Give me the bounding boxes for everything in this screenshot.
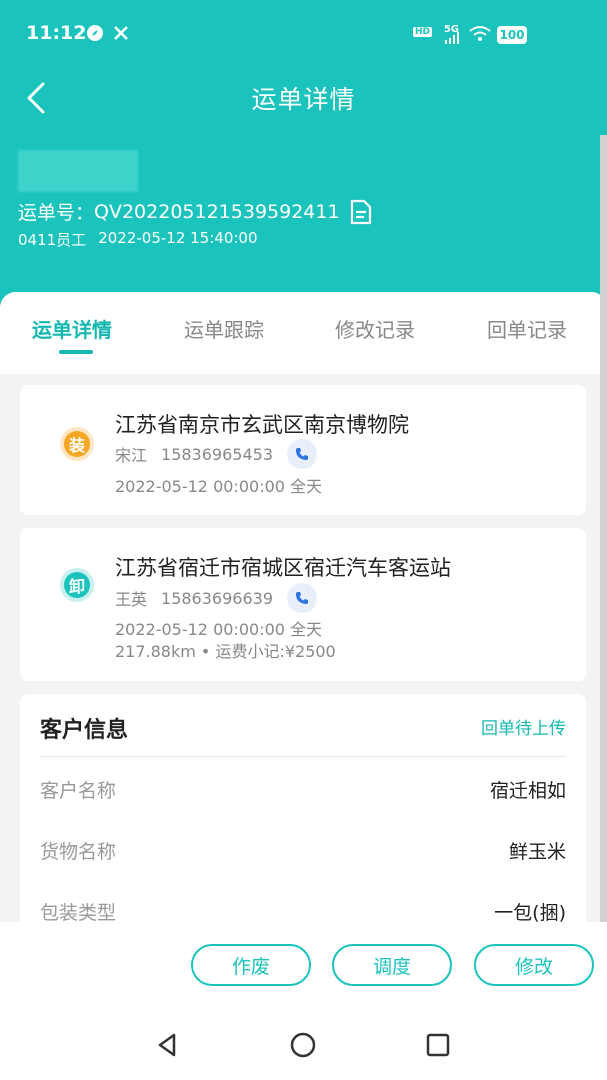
compass-icon [87,25,103,41]
customer-info-card: 客户信息 回单待上传 客户名称 宿迁相如 货物名称 鲜玉米 包装类型 一包(捆) [20,694,586,922]
load-contact-name: 宋江 [115,446,148,465]
action-bar: 作废 调度 修改 [0,922,607,1010]
unload-phone: 15863696639 [161,588,273,608]
nav-recents-icon[interactable] [423,1030,453,1060]
nav-back-icon[interactable] [153,1030,183,1060]
load-contact: 宋江 15836965453 [115,439,317,469]
waybill-number-row: 运单号： QV20220512153959​2411 [18,198,372,225]
unload-datetime: 2022-05-12 00:00:00 全天 [115,620,323,639]
tools-icon [114,26,128,40]
call-load-button[interactable] [287,439,317,469]
content-sheet: 运单详情 运单跟踪 修改记录 回单记录 装 江苏省南京市玄武区南京博物院 宋江 … [0,292,607,922]
waybill-number: QV20220512153959​2411 [94,200,340,223]
hd-badge: HD [412,27,432,37]
battery-indicator: 100 [497,26,527,44]
customer-name-value: 宿迁相如 [489,780,566,802]
tab-receipt-records[interactable]: 回单记录 [487,314,567,343]
tab-waybill-detail[interactable]: 运单详情 [32,314,112,343]
signal-icon [445,32,459,44]
goods-name-label: 货物名称 [40,841,117,863]
system-navigation-bar [0,1010,607,1080]
active-tab-indicator [59,350,93,354]
dispatch-button[interactable]: 调度 [332,944,452,986]
operator-name: 0411员工 [18,231,87,249]
load-datetime: 2022-05-12 00:00:00 全天 [115,477,323,496]
unload-contact: 王英 15863696639 [115,583,317,613]
package-type-row: 包装类型 一包(捆) [40,898,566,922]
customer-info-title: 客户信息 [40,718,129,743]
edit-button[interactable]: 修改 [474,944,594,986]
goods-name-value: 鲜玉米 [508,841,566,863]
clock: 11:12 [26,22,87,44]
tab-waybill-tracking[interactable]: 运单跟踪 [184,314,264,343]
load-stop-card[interactable]: 装 江苏省南京市玄武区南京博物院 宋江 15836965453 2022-05-… [20,385,586,515]
customer-name-label: 客户名称 [40,780,117,802]
void-button[interactable]: 作废 [191,944,311,986]
customer-name-row: 客户名称 宿迁相如 [40,776,566,806]
tab-bar: 运单详情 运单跟踪 修改记录 回单记录 [0,292,600,374]
distance-fee: 217.88km • 运费小记:¥2500 [115,642,336,661]
receipt-status-link[interactable]: 回单待上传 [481,714,566,739]
package-type-value: 一包(捆) [494,902,566,922]
page-title: 运单详情 [251,85,356,114]
wifi-icon [469,26,491,41]
package-type-label: 包装类型 [40,902,117,922]
nav-home-icon[interactable] [288,1030,318,1060]
phone-icon [296,448,308,460]
created-time: 2022-05-12 15:40:00 [98,229,258,247]
tab-modify-records[interactable]: 修改记录 [335,314,415,343]
document-icon[interactable] [350,199,372,225]
creator-info: 0411员工 2022-05-12 15:40:00 [18,229,258,250]
unload-badge: 卸 [60,568,94,602]
unload-contact-name: 王英 [115,590,148,609]
call-unload-button[interactable] [287,583,317,613]
unload-stop-card[interactable]: 卸 江苏省宿迁市宿城区宿迁汽车客运站 王英 15863696639 2022-0… [20,528,586,681]
load-phone: 15836965453 [161,444,273,464]
load-address: 江苏省南京市玄武区南京博物院 [115,413,409,437]
scrollbar[interactable] [600,135,607,925]
phone-icon [296,592,308,604]
divider [40,756,566,757]
goods-name-row: 货物名称 鲜玉米 [40,837,566,867]
unload-address: 江苏省宿迁市宿城区宿迁汽车客运站 [115,556,451,580]
waybill-label: 运单号： [18,202,95,224]
load-badge: 装 [60,427,94,461]
redacted-customer-name [18,150,138,192]
status-bar: 11:12 HD 5G 100 [0,0,607,72]
